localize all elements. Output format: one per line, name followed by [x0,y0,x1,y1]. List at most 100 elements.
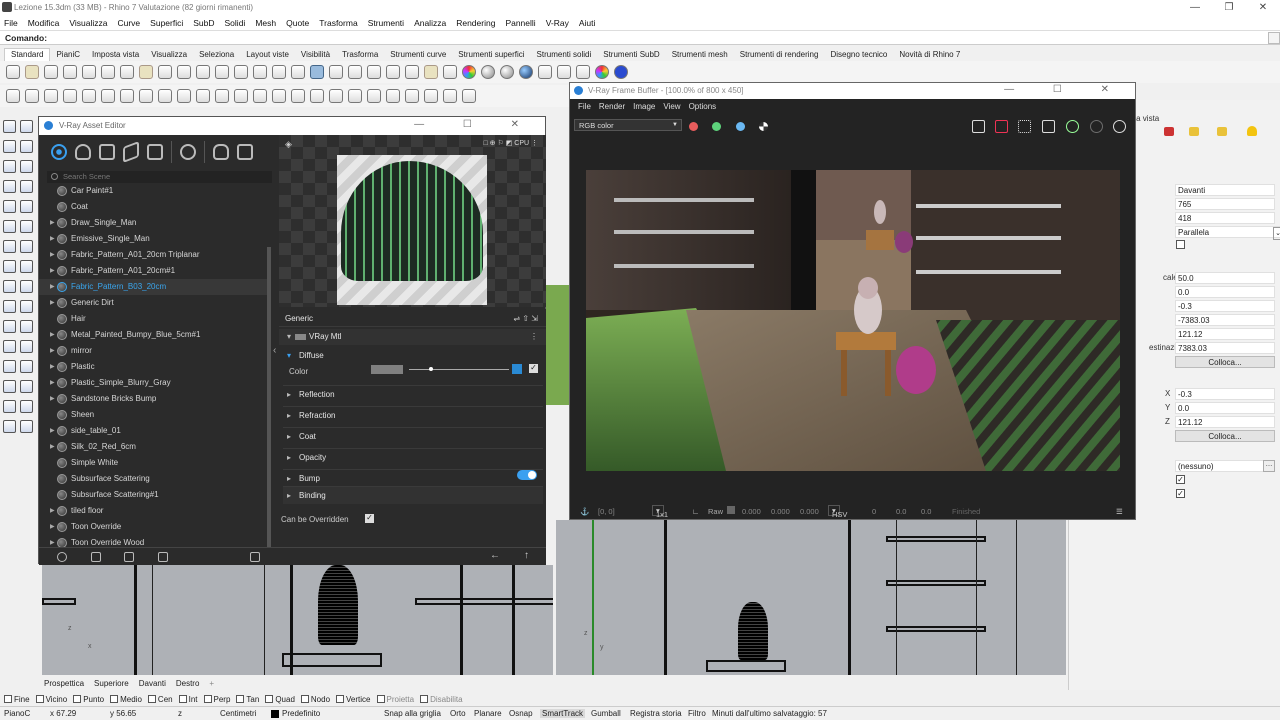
osnap-option[interactable]: Fine [4,695,30,704]
frame-buffer-window-buttons[interactable]: — ☐ ✕ [1004,84,1127,95]
stop-render-icon[interactable] [1090,120,1103,133]
header-actions-icon[interactable]: ⇌ ⇧ ⇲ [513,311,538,327]
point-icon[interactable] [20,120,33,133]
surface-icon[interactable] [3,220,16,233]
blue-channel-dot[interactable] [736,122,745,131]
vray-export-icon[interactable] [462,89,476,103]
pick-pixel-icon[interactable]: ⚓ [580,507,589,516]
expand-arrow-icon[interactable]: ▶ [50,231,55,247]
material-item[interactable]: ▶ Metal_Painted_Bumpy_Blue_5cm#1 [39,327,271,343]
expand-arrow-icon[interactable]: ▶ [50,279,55,295]
material-item[interactable]: ▶ Toon Override Wood [39,535,271,547]
arc-icon[interactable] [20,160,33,173]
close-button[interactable]: ✕ [1246,0,1280,15]
osnap-checkbox[interactable] [178,695,187,703]
toggle-grid-snap[interactable]: Snap alla griglia [384,709,441,718]
view-name-field[interactable]: Davanti [1175,184,1275,196]
search-scene-input[interactable]: Search Scene [47,171,272,183]
material-item[interactable]: ▶ Draw_Single_Man [39,215,271,231]
projection-select[interactable]: Parallela ⌄ [1175,226,1280,240]
toggle-osnap[interactable]: Osnap [509,709,533,718]
green-channel-dot[interactable] [712,122,721,131]
tab-trasforma[interactable]: Trasforma [336,49,384,61]
menu-solidi[interactable]: Solidi [225,18,246,28]
vray-fb-icon[interactable] [120,89,134,103]
toggle-history[interactable]: Registra storia [630,709,682,718]
zoom-selected-icon[interactable] [272,65,286,79]
vray-interactive-icon[interactable] [25,89,39,103]
lightbulb-icon[interactable] [424,65,438,79]
settings-gear-icon[interactable] [180,144,196,160]
expand-arrow-icon[interactable]: ▶ [50,247,55,263]
osnap-option[interactable]: Cen [147,695,173,704]
material-item[interactable]: ▶ Fabric_Pattern_A01_20cm#1 [39,263,271,279]
osnap-checkbox[interactable] [35,695,44,703]
osnap-option[interactable]: Perp [203,695,230,704]
material-item[interactable]: ▶ Plastic_Simple_Blurry_Gray [39,375,271,391]
material-item[interactable]: ▶ Toon Override [39,519,271,535]
circle-icon[interactable] [3,160,16,173]
vray-spot-icon[interactable] [177,89,191,103]
camera-x-field[interactable]: 0.0 [1175,286,1275,298]
import-icon[interactable] [82,65,96,79]
camera-z2-field[interactable]: 121.12 [1175,328,1275,340]
print-icon[interactable] [63,65,77,79]
render-tool-icon[interactable] [20,420,33,433]
material-item[interactable]: Sheen [39,407,271,423]
scale-icon[interactable] [20,360,33,373]
fb-menu-image[interactable]: Image [633,102,655,111]
osnap-option[interactable]: Tan [236,695,259,704]
menu-superfici[interactable]: Superfici [150,18,183,28]
save-image-icon[interactable] [972,120,985,133]
geometry-icon[interactable] [99,144,115,160]
expand-arrow-icon[interactable]: ▶ [50,503,55,519]
osnap-option[interactable]: Quad [265,695,295,704]
render-elements-icon[interactable] [147,144,163,160]
select-all-icon[interactable] [348,65,362,79]
section-coat[interactable]: Coat [283,427,543,446]
vray-frame-icon[interactable] [139,89,153,103]
tab-disegno-tecnico[interactable]: Disegno tecnico [824,49,893,61]
material-item[interactable]: ▶ Fabric_Pattern_A01_20cm Triplanar [39,247,271,263]
polygon-icon[interactable] [20,180,33,193]
material-item[interactable]: ▶ Sandstone Bricks Bump [39,391,271,407]
add-viewport-icon[interactable]: + [209,679,214,688]
globe-icon[interactable] [595,65,609,79]
copy-tool-icon[interactable] [20,340,33,353]
osnap-option[interactable]: Punto [73,695,104,704]
material-item[interactable]: Subsurface Scattering [39,471,271,487]
minimize-button[interactable]: — [1178,0,1212,15]
rendered-image[interactable] [586,170,1120,471]
osnap-option[interactable]: Vertice [336,695,371,704]
grid-snap-icon[interactable] [576,65,590,79]
rendered-sphere-icon[interactable] [500,65,514,79]
polyline-icon[interactable] [3,140,16,153]
render-icon[interactable] [1113,120,1126,133]
tab-strumenti-subd[interactable]: Strumenti SubD [597,49,665,61]
folder-icon[interactable] [1189,127,1199,136]
command-history-button[interactable] [1268,32,1280,44]
vray-rect-light-icon[interactable] [196,89,210,103]
target-z-field[interactable]: 121.12 [1175,416,1275,428]
cut-icon[interactable] [101,65,115,79]
section-refraction[interactable]: Refraction [283,406,543,425]
zoom-extents-icon[interactable] [253,65,267,79]
material-item[interactable]: Car Paint#1 [39,183,271,199]
osnap-checkbox[interactable] [420,695,429,703]
tab-standard[interactable]: Standard [4,48,51,61]
trim-icon[interactable] [3,300,16,313]
viewport-right[interactable]: y z [556,520,1066,675]
menu-pannelli[interactable]: Pannelli [505,18,535,28]
tab-visibilita[interactable]: Visibilità [295,49,336,61]
asset-editor-window-buttons[interactable]: — ☐ ✕ [414,119,537,130]
lock-view-checkbox[interactable] [1176,240,1185,249]
red-channel-dot[interactable] [689,122,698,131]
toggle-filter[interactable]: Filtro [688,709,706,718]
toggle-ortho[interactable]: Orto [450,709,466,718]
menu-subd[interactable]: SubD [193,18,214,28]
save-icon[interactable] [44,65,58,79]
osnap-checkbox[interactable] [147,695,156,703]
osnap-checkbox[interactable] [376,695,385,703]
pen-icon[interactable] [1164,127,1174,136]
expand-arrow-icon[interactable]: ▶ [50,263,55,279]
